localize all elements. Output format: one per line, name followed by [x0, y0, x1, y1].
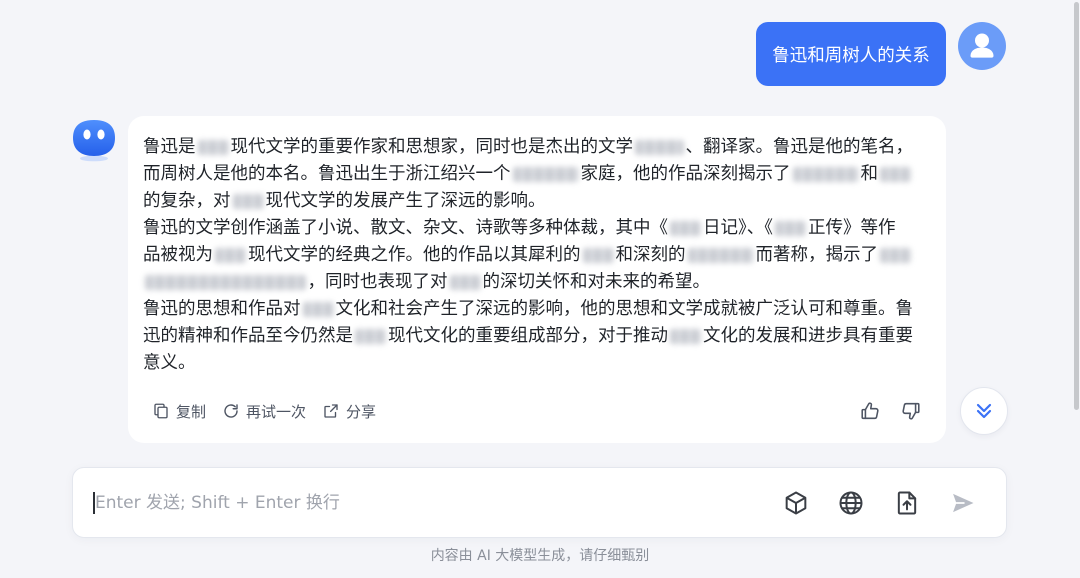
reply-text: 正传》等作 — [808, 218, 896, 238]
web-search-button[interactable] — [837, 489, 865, 517]
user-message-text: 鲁迅和周树人的关系 — [772, 45, 930, 66]
redacted-text — [668, 220, 703, 238]
redacted-text — [773, 220, 808, 238]
reply-text: 鲁迅的思想和作品对 — [143, 299, 301, 319]
reply-text: 而周树人是他的本名。鲁迅出生于浙江绍兴一个 — [143, 164, 511, 184]
reply-text: 鲁迅是 — [143, 137, 196, 157]
ai-disclaimer: 内容由 AI 大模型生成，请仔细甄别 — [430, 548, 650, 564]
upload-file-button[interactable] — [893, 489, 921, 517]
scroll-to-bottom-button[interactable] — [960, 387, 1008, 435]
reply-text: 品被视为 — [143, 245, 213, 265]
redacted-text — [196, 139, 231, 157]
redacted-text — [581, 247, 616, 265]
reply-line: 品被视为 现代文学的经典之作。他的作品以其犀利的 和深刻的 而著称，揭示了 — [143, 242, 913, 269]
reply-line: 鲁迅的文学创作涵盖了小说、散文、杂文、诗歌等多种体裁，其中《 日记》、《 正传》… — [143, 215, 913, 242]
redacted-text — [633, 139, 686, 157]
reply-text: 现代文化的重要组成部分，对于推动 — [388, 326, 668, 346]
redacted-text — [686, 247, 756, 265]
reply-line: 迅的精神和作品至今仍然是 现代文化的重要组成部分，对于推动 文化的发展和进步具有… — [143, 323, 913, 350]
like-button[interactable] — [859, 400, 881, 422]
reply-line: 鲁迅的思想和作品对 文化和社会产生了深远的影响，他的思想和文学成就被广泛认可和尊… — [143, 296, 913, 323]
double-chevron-down-icon — [976, 403, 992, 419]
reply-text: 和深刻的 — [615, 245, 686, 265]
model-button[interactable] — [782, 489, 810, 517]
redacted-text — [143, 274, 308, 292]
assistant-avatar — [72, 118, 116, 162]
reply-text: 现代文学的经典之作。他的作品以其犀利的 — [248, 245, 581, 265]
reply-line: 而周树人是他的本名。鲁迅出生于浙江绍兴一个 家庭，他的作品深刻揭示了 和 — [143, 161, 913, 188]
redacted-text — [353, 328, 388, 346]
thumbs-down-icon — [902, 402, 920, 420]
text-caret — [93, 492, 95, 514]
reply-text: 文化和社会产生了深远的影响，他的思想和文学成就被广泛认可和尊重。鲁 — [335, 299, 914, 319]
message-input[interactable] — [93, 483, 753, 523]
redacted-text — [511, 166, 581, 184]
reply-line: ，同时也表现了对 的深切关怀和对未来的希望。 — [143, 269, 913, 296]
reply-text: 现代文学的重要作家和思想家，同时也是杰出的文学 — [230, 137, 634, 157]
reply-text: 鲁迅的文学创作涵盖了小说、散文、杂文、诗歌等多种体裁，其中《 — [143, 218, 668, 238]
assistant-avatar-icon — [73, 120, 115, 162]
reply-line: 鲁迅是 现代文学的重要作家和思想家，同时也是杰出的文学 、翻译家。鲁迅是他的笔名… — [143, 134, 913, 161]
globe-icon — [839, 491, 863, 515]
send-icon — [953, 493, 974, 513]
thumbs-up-icon — [861, 402, 879, 420]
cube-icon — [785, 491, 807, 515]
redacted-text — [301, 301, 336, 319]
reply-actions: 复制 再试一次 分享 — [152, 401, 376, 421]
file-upload-icon — [897, 491, 917, 515]
reply-text: 意义。 — [143, 353, 196, 373]
redacted-text — [878, 247, 913, 265]
reply-line: 意义。 — [143, 350, 913, 377]
reply-text: ，同时也表现了对 — [307, 272, 448, 292]
send-button[interactable] — [949, 489, 977, 517]
share-icon — [324, 404, 338, 418]
user-message-bubble: 鲁迅和周树人的关系 — [756, 22, 946, 86]
retry-label: 再试一次 — [246, 402, 307, 421]
message-composer — [72, 467, 1007, 538]
redacted-text — [448, 274, 483, 292]
refresh-icon — [224, 404, 238, 418]
reply-text: 和 — [860, 164, 879, 184]
user-avatar-icon — [970, 33, 994, 58]
retry-button[interactable]: 再试一次 — [222, 401, 306, 422]
reply-line: 的复杂，对 现代文学的发展产生了深远的影响。 — [143, 188, 913, 215]
reply-text: 的复杂，对 — [143, 191, 231, 211]
reply-text: 的深切关怀和对未来的希望。 — [482, 272, 711, 292]
reply-text: 而著称，揭示了 — [755, 245, 879, 265]
reply-text: 日记》、《 — [703, 218, 773, 238]
share-button[interactable]: 分享 — [322, 401, 376, 422]
user-avatar — [958, 22, 1006, 70]
assistant-message-bubble: 鲁迅是 现代文学的重要作家和思想家，同时也是杰出的文学 、翻译家。鲁迅是他的笔名… — [128, 116, 946, 443]
reply-text: 文化的发展和进步具有重要 — [703, 326, 913, 346]
redacted-text — [213, 247, 248, 265]
copy-icon — [154, 403, 168, 419]
redacted-text — [878, 166, 913, 184]
dislike-button[interactable] — [900, 400, 922, 422]
scrollbar[interactable] — [1074, 2, 1079, 410]
assistant-reply-text: 鲁迅是 现代文学的重要作家和思想家，同时也是杰出的文学 、翻译家。鲁迅是他的笔名… — [143, 134, 913, 377]
copy-button[interactable]: 复制 — [152, 401, 206, 422]
redacted-text — [231, 193, 266, 211]
redacted-text — [668, 328, 703, 346]
redacted-text — [791, 166, 861, 184]
copy-label: 复制 — [176, 402, 207, 421]
share-label: 分享 — [346, 402, 377, 421]
reply-text: 迅的精神和作品至今仍然是 — [143, 326, 353, 346]
reply-text: 、翻译家。鲁迅是他的笔名， — [685, 137, 914, 157]
reply-text: 现代文学的发展产生了深远的影响。 — [265, 191, 546, 211]
reply-text: 家庭，他的作品深刻揭示了 — [580, 164, 791, 184]
